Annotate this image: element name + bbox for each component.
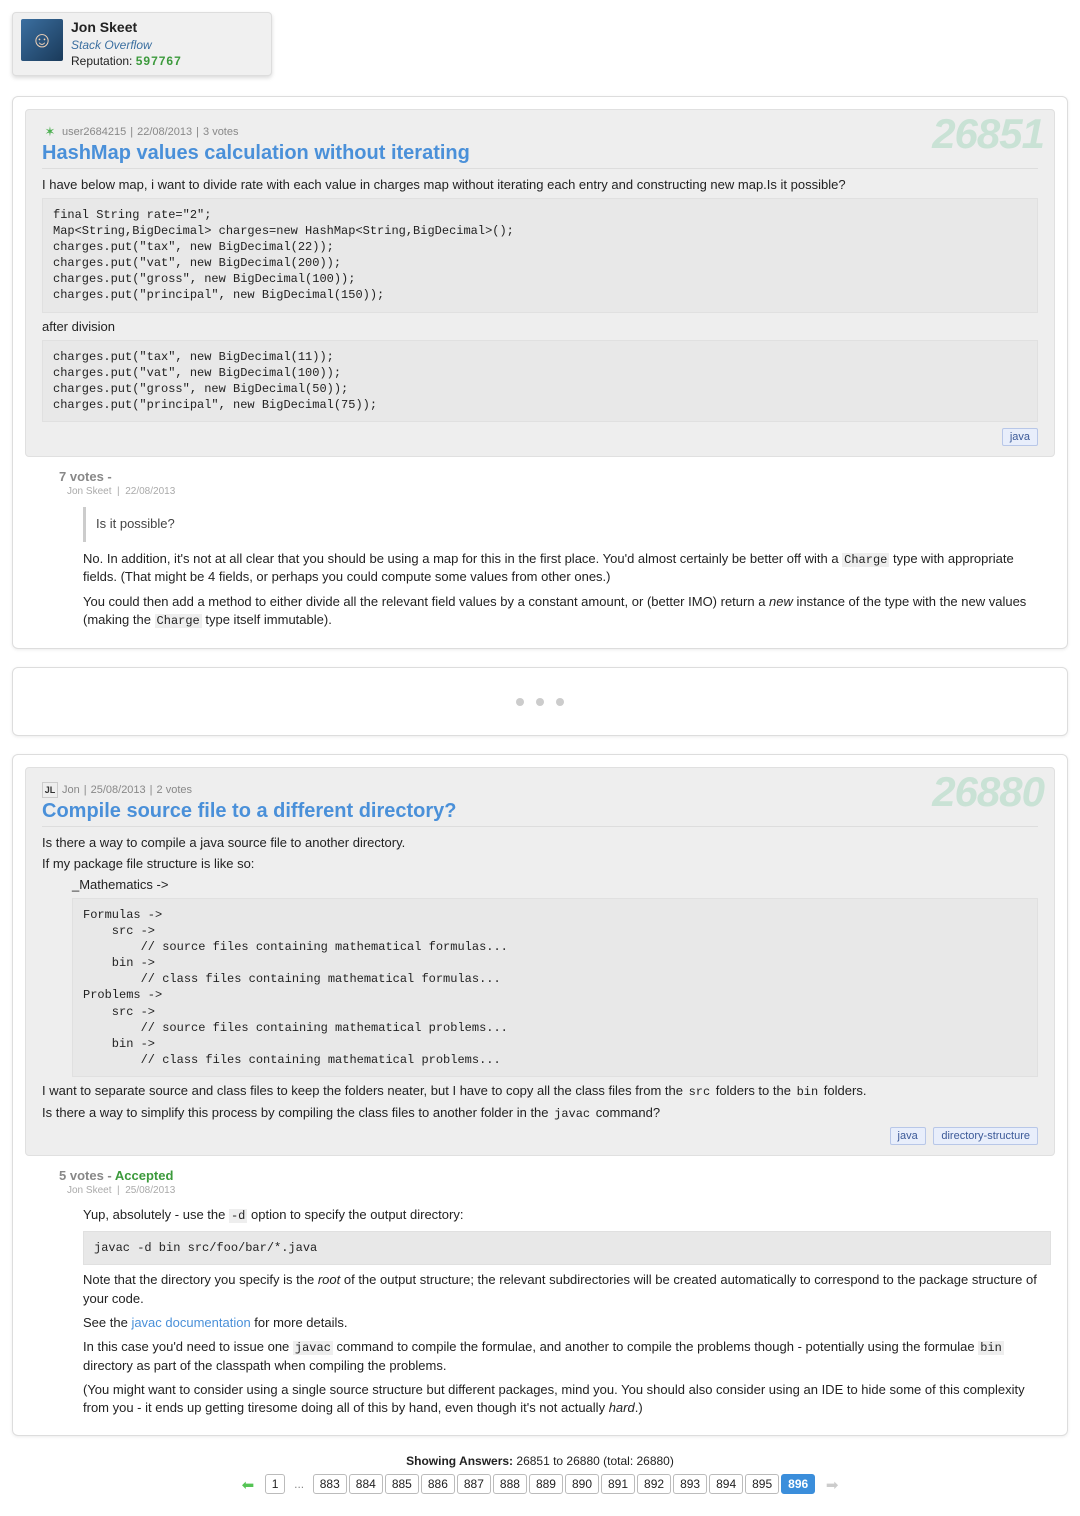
asker-name[interactable]: Jon <box>62 784 80 796</box>
tag[interactable]: java <box>1002 428 1038 446</box>
code-block: charges.put("tax", new BigDecimal(11)); … <box>42 340 1038 423</box>
pagination: ⬅ 1 ... 88388488588688788888989089189289… <box>12 1474 1068 1494</box>
page-button[interactable]: 887 <box>457 1474 491 1494</box>
answer-body: Is it possible? No. In addition, it's no… <box>83 507 1051 629</box>
qa-panel: 26880 JL Jon | 25/08/2013 | 2 votes Comp… <box>12 754 1068 1437</box>
question-block: 26880 JL Jon | 25/08/2013 | 2 votes Comp… <box>25 767 1055 1157</box>
question-meta: JL Jon | 25/08/2013 | 2 votes <box>42 782 1038 798</box>
question-block: 26851 ✶ user2684215 | 22/08/2013 | 3 vot… <box>25 109 1055 458</box>
tag[interactable]: directory-structure <box>933 1127 1038 1145</box>
answer-block: 5 votes - Accepted Jon Skeet | 25/08/201… <box>55 1168 1055 1417</box>
user-name: Jon Skeet <box>71 19 182 37</box>
answer-block: 7 votes - Jon Skeet | 22/08/2013 Is it p… <box>55 469 1055 629</box>
question-votes: 3 votes <box>203 126 238 138</box>
page-button[interactable]: 889 <box>529 1474 563 1494</box>
answer-votes: 5 votes - Accepted <box>59 1168 1051 1183</box>
question-title[interactable]: Compile source file to a different direc… <box>42 800 1038 827</box>
results-summary: Showing Answers: 26851 to 26880 (total: … <box>12 1454 1068 1468</box>
page-button[interactable]: 890 <box>565 1474 599 1494</box>
question-number: 26880 <box>932 768 1044 816</box>
user-site[interactable]: Stack Overflow <box>71 38 182 53</box>
tag[interactable]: java <box>890 1127 926 1145</box>
question-title[interactable]: HashMap values calculation without itera… <box>42 142 1038 169</box>
answer-byline: Jon Skeet | 25/08/2013 <box>67 1185 1051 1196</box>
asker-avatar-icon: JL <box>42 782 58 798</box>
page-button[interactable]: 1 <box>265 1474 286 1494</box>
code-block: final String rate="2"; Map<String,BigDec… <box>42 198 1038 313</box>
question-votes: 2 votes <box>157 784 192 796</box>
answer-byline: Jon Skeet | 22/08/2013 <box>67 486 1051 497</box>
javac-doc-link[interactable]: javac documentation <box>131 1315 250 1330</box>
page-button[interactable]: 892 <box>637 1474 671 1494</box>
question-body: I have below map, i want to divide rate … <box>42 177 1038 423</box>
quote: Is it possible? <box>83 507 1051 541</box>
page-button[interactable]: 893 <box>673 1474 707 1494</box>
page-button[interactable]: 884 <box>349 1474 383 1494</box>
prev-page-arrow-icon[interactable]: ⬅ <box>236 1476 261 1494</box>
question-number: 26851 <box>932 110 1044 158</box>
page-button[interactable]: 896 <box>781 1474 815 1494</box>
loading-dots-icon <box>25 680 1055 723</box>
asker-avatar-icon: ✶ <box>42 124 58 140</box>
page-button[interactable]: 885 <box>385 1474 419 1494</box>
user-rep: Reputation: 597767 <box>71 54 182 69</box>
question-date: 22/08/2013 <box>137 126 192 138</box>
next-page-arrow-icon[interactable]: ➡ <box>820 1476 845 1494</box>
answer-votes: 7 votes - <box>59 469 1051 484</box>
user-info: Jon Skeet Stack Overflow Reputation: 597… <box>71 19 182 69</box>
page-button[interactable]: 894 <box>709 1474 743 1494</box>
asker-name[interactable]: user2684215 <box>62 126 126 138</box>
code-block: Formulas -> src -> // source files conta… <box>72 898 1038 1078</box>
page-button[interactable]: 888 <box>493 1474 527 1494</box>
page-button[interactable]: 895 <box>745 1474 779 1494</box>
question-body: Is there a way to compile a java source … <box>42 835 1038 1122</box>
tag-list: java directory-structure <box>42 1127 1038 1145</box>
pagination-ellipsis: ... <box>290 1477 308 1491</box>
page-button[interactable]: 891 <box>601 1474 635 1494</box>
avatar: ☺ <box>21 19 63 61</box>
answer-body: Yup, absolutely - use the -d option to s… <box>83 1206 1051 1417</box>
page-button[interactable]: 883 <box>313 1474 347 1494</box>
user-card: ☺ Jon Skeet Stack Overflow Reputation: 5… <box>12 12 272 76</box>
loading-panel <box>12 667 1068 736</box>
tag-list: java <box>42 428 1038 446</box>
page-button[interactable]: 886 <box>421 1474 455 1494</box>
qa-panel: 26851 ✶ user2684215 | 22/08/2013 | 3 vot… <box>12 96 1068 649</box>
question-date: 25/08/2013 <box>91 784 146 796</box>
code-block: javac -d bin src/foo/bar/*.java <box>83 1231 1051 1265</box>
question-meta: ✶ user2684215 | 22/08/2013 | 3 votes <box>42 124 1038 140</box>
